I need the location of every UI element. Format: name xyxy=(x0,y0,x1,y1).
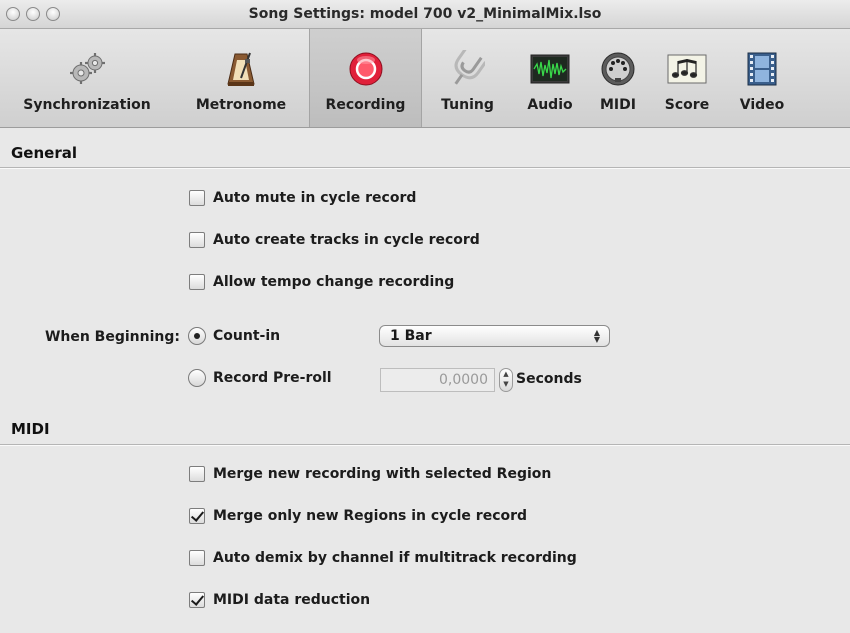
option-merge-only-new-regions[interactable]: Merge only new Regions in cycle record xyxy=(189,508,527,524)
music-notes-icon xyxy=(665,47,709,91)
radio-record-pre-roll[interactable]: Record Pre-roll xyxy=(188,369,332,387)
radio-label: Record Pre-roll xyxy=(213,370,332,386)
tuning-fork-icon xyxy=(446,47,490,91)
radio-button[interactable] xyxy=(188,327,206,345)
pre-roll-seconds-field[interactable]: 0,0000 xyxy=(380,368,495,392)
section-title-general: General xyxy=(11,144,77,162)
tab-label: Score xyxy=(664,97,710,113)
checkbox[interactable] xyxy=(189,274,205,290)
settings-toolbar: Synchronization Metronome Recording Tuni… xyxy=(0,29,850,128)
radio-label: Count-in xyxy=(213,328,281,344)
option-label: Allow tempo change recording xyxy=(213,274,455,290)
checkbox[interactable] xyxy=(189,508,205,524)
option-auto-mute[interactable]: Auto mute in cycle record xyxy=(189,190,416,206)
option-midi-data-reduction[interactable]: MIDI data reduction xyxy=(189,592,370,608)
tab-label: Video xyxy=(739,97,785,113)
divider xyxy=(0,444,850,445)
metronome-icon xyxy=(219,47,263,91)
recording-settings-pane: General Auto mute in cycle record Auto c… xyxy=(0,128,850,633)
record-icon xyxy=(344,47,388,91)
tab-score[interactable]: Score xyxy=(652,29,722,127)
gears-icon xyxy=(65,47,109,91)
option-label: Merge new recording with selected Region xyxy=(213,466,552,482)
option-label: Auto demix by channel if multitrack reco… xyxy=(213,550,577,566)
title-bar: Song Settings: model 700 v2_MinimalMix.l… xyxy=(0,0,850,29)
tab-label: Synchronization xyxy=(23,97,151,113)
count-in-value: 1 Bar xyxy=(390,328,432,344)
option-auto-demix[interactable]: Auto demix by channel if multitrack reco… xyxy=(189,550,577,566)
chevron-up-down-icon: ▲ ▼ xyxy=(593,328,601,344)
option-auto-create-tracks[interactable]: Auto create tracks in cycle record xyxy=(189,232,480,248)
option-label: MIDI data reduction xyxy=(213,592,371,608)
option-label: Auto create tracks in cycle record xyxy=(213,232,480,248)
radio-button[interactable] xyxy=(188,369,206,387)
tab-label: MIDI xyxy=(600,97,636,113)
option-label: Merge only new Regions in cycle record xyxy=(213,508,528,524)
tab-audio[interactable]: Audio xyxy=(516,29,584,127)
midi-connector-icon xyxy=(596,47,640,91)
pre-roll-stepper[interactable]: ▲ ▼ xyxy=(499,368,513,392)
tab-tuning[interactable]: Tuning xyxy=(425,29,510,127)
audio-waveform-icon xyxy=(528,47,572,91)
section-title-midi: MIDI xyxy=(11,420,50,438)
tab-label: Tuning xyxy=(441,97,494,113)
checkbox[interactable] xyxy=(189,466,205,482)
radio-count-in[interactable]: Count-in xyxy=(188,327,280,345)
count-in-select[interactable]: 1 Bar ▲ ▼ xyxy=(379,325,610,347)
option-label: Auto mute in cycle record xyxy=(213,190,417,206)
film-icon xyxy=(740,47,784,91)
when-beginning-label: When Beginning: xyxy=(44,329,180,345)
window-title: Song Settings: model 700 v2_MinimalMix.l… xyxy=(248,6,602,22)
divider xyxy=(0,167,850,168)
tab-midi[interactable]: MIDI xyxy=(588,29,648,127)
checkbox[interactable] xyxy=(189,190,205,206)
checkbox[interactable] xyxy=(189,592,205,608)
tab-metronome[interactable]: Metronome xyxy=(178,29,304,127)
unit-label: Seconds xyxy=(516,371,582,387)
checkbox[interactable] xyxy=(189,550,205,566)
tab-label: Audio xyxy=(527,97,573,113)
checkbox[interactable] xyxy=(189,232,205,248)
tab-label: Recording xyxy=(325,97,406,113)
option-merge-new-recording[interactable]: Merge new recording with selected Region xyxy=(189,466,551,482)
tab-synchronization[interactable]: Synchronization xyxy=(0,29,174,127)
tab-recording[interactable]: Recording xyxy=(309,29,422,127)
option-allow-tempo-change[interactable]: Allow tempo change recording xyxy=(189,274,454,290)
pre-roll-unit: Seconds xyxy=(516,371,582,387)
tab-label: Metronome xyxy=(195,97,287,113)
tab-video[interactable]: Video xyxy=(727,29,797,127)
